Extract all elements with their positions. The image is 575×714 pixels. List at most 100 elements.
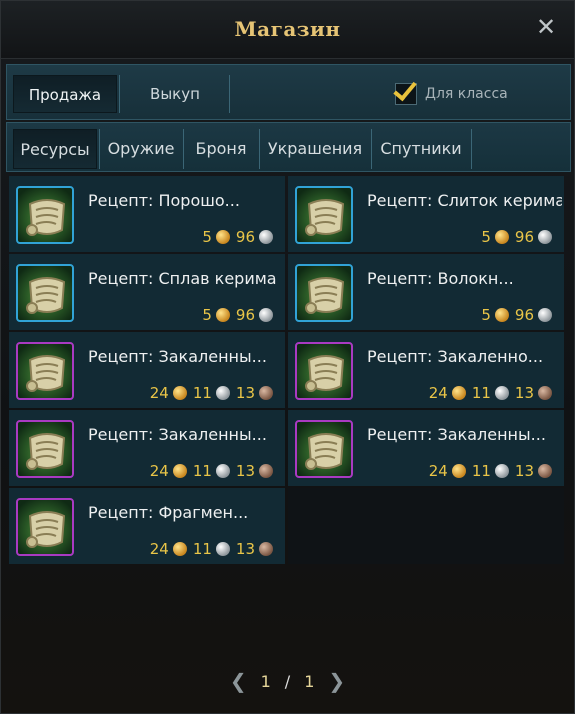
shop-item[interactable]: Рецепт: Волокн... 5 96 <box>288 254 564 330</box>
price-gold: 24 <box>149 540 169 558</box>
item-price: 24 11 13 <box>150 462 277 480</box>
tab-jewelry[interactable]: Украшения <box>261 129 369 169</box>
class-filter-checkbox[interactable] <box>393 76 417 105</box>
tab-divider <box>471 129 472 169</box>
empty-slot <box>288 488 564 564</box>
gold-coin-icon <box>451 464 466 478</box>
shop-item[interactable]: Рецепт: Закаленны... 24 11 13 <box>9 410 285 486</box>
window-title: Магазин <box>234 17 341 41</box>
recipe-scroll-icon <box>16 264 74 322</box>
item-name: Рецепт: Фрагмен... <box>88 503 249 522</box>
silver-coin-icon <box>538 308 552 322</box>
tab-divider <box>371 129 372 169</box>
tab-divider <box>99 129 100 169</box>
shop-item[interactable]: Рецепт: Закаленны... 24 11 13 <box>288 410 564 486</box>
price-gold: 5 <box>481 306 491 324</box>
tab-weapons[interactable]: Оружие <box>101 129 181 169</box>
price-gold: 24 <box>428 384 448 402</box>
shop-item[interactable]: Рецепт: Сплав керима 5 96 <box>9 254 285 330</box>
chevron-left-icon[interactable]: ❮ <box>230 669 247 693</box>
gold-coin-icon <box>172 464 187 478</box>
silver-coin-icon <box>494 386 509 400</box>
silver-coin-icon <box>215 542 230 556</box>
recipe-scroll-icon <box>16 342 74 400</box>
price-silver: 11 <box>471 384 491 402</box>
tab-resources[interactable]: Ресурсы <box>13 129 97 169</box>
recipe-scroll-icon <box>295 342 353 400</box>
price-silver: 96 <box>514 228 534 246</box>
item-price: 5 96 <box>481 306 556 324</box>
tab-armor[interactable]: Броня <box>185 129 257 169</box>
price-bronze: 13 <box>514 384 534 402</box>
checkmark-icon <box>393 76 417 102</box>
silver-coin-icon <box>538 230 552 244</box>
bronze-coin-icon <box>259 542 273 556</box>
gold-coin-icon <box>215 308 230 322</box>
price-silver: 11 <box>192 462 212 480</box>
pagination: ❮ 1 / 1 ❯ <box>1 667 574 695</box>
price-gold: 24 <box>149 384 169 402</box>
price-silver: 11 <box>471 462 491 480</box>
item-name: Рецепт: Закаленны... <box>367 425 546 444</box>
price-gold: 5 <box>202 306 212 324</box>
price-silver: 11 <box>192 540 212 558</box>
category-tab-bar: Ресурсы Оружие Броня Украшения Спутники <box>6 122 571 172</box>
item-name: Рецепт: Закаленно... <box>367 347 544 366</box>
class-filter-label: Для класса <box>425 86 508 102</box>
recipe-scroll-icon <box>16 420 74 478</box>
tab-divider <box>183 129 184 169</box>
silver-coin-icon <box>259 230 273 244</box>
item-price: 24 11 13 <box>150 540 277 558</box>
price-bronze: 13 <box>235 462 255 480</box>
item-price: 24 11 13 <box>429 384 556 402</box>
recipe-scroll-icon <box>16 186 74 244</box>
shop-item[interactable]: Рецепт: Слиток керима 5 96 <box>288 176 564 252</box>
silver-coin-icon <box>259 308 273 322</box>
tab-companions[interactable]: Спутники <box>373 129 469 169</box>
close-icon[interactable]: ✕ <box>534 15 558 39</box>
tab-buyback[interactable]: Выкуп <box>121 75 229 113</box>
price-silver: 96 <box>514 306 534 324</box>
item-price: 24 11 13 <box>429 462 556 480</box>
tab-divider <box>259 129 260 169</box>
chevron-right-icon[interactable]: ❯ <box>328 669 345 693</box>
shop-item[interactable]: Рецепт: Закаленны... 24 11 13 <box>9 332 285 408</box>
price-silver: 11 <box>192 384 212 402</box>
price-bronze: 13 <box>235 540 255 558</box>
shop-item[interactable]: Рецепт: Порошо... 5 96 <box>9 176 285 252</box>
bronze-coin-icon <box>538 386 552 400</box>
bronze-coin-icon <box>259 464 273 478</box>
item-price: 5 96 <box>202 306 277 324</box>
item-name: Рецепт: Сплав керима <box>88 269 277 288</box>
item-name: Рецепт: Волокн... <box>367 269 514 288</box>
price-gold: 5 <box>481 228 491 246</box>
gold-coin-icon <box>494 230 509 244</box>
recipe-scroll-icon <box>295 186 353 244</box>
title-bar: Магазин ✕ <box>1 1 574 59</box>
item-grid: Рецепт: Порошо... 5 96 Рецепт: Слиток ке… <box>9 176 564 564</box>
silver-coin-icon <box>215 464 230 478</box>
bronze-coin-icon <box>538 464 552 478</box>
tab-sell[interactable]: Продажа <box>13 75 117 113</box>
recipe-scroll-icon <box>295 264 353 322</box>
top-tab-bar: Продажа Выкуп Для класса <box>6 64 571 120</box>
item-name: Рецепт: Закаленны... <box>88 425 267 444</box>
shop-item[interactable]: Рецепт: Фрагмен... 24 11 13 <box>9 488 285 564</box>
gold-coin-icon <box>172 542 187 556</box>
gold-coin-icon <box>451 386 466 400</box>
tab-divider <box>229 75 230 113</box>
recipe-scroll-icon <box>295 420 353 478</box>
price-bronze: 13 <box>235 384 255 402</box>
silver-coin-icon <box>215 386 230 400</box>
price-gold: 24 <box>428 462 448 480</box>
total-pages: 1 <box>304 671 315 691</box>
silver-coin-icon <box>494 464 509 478</box>
item-price: 5 96 <box>202 228 277 246</box>
class-filter-toggle[interactable]: Для класса <box>393 76 508 107</box>
item-name: Рецепт: Порошо... <box>88 191 240 210</box>
item-price: 24 11 13 <box>150 384 277 402</box>
item-name: Рецепт: Слиток керима <box>367 191 562 210</box>
item-name: Рецепт: Закаленны... <box>88 347 267 366</box>
shop-item[interactable]: Рецепт: Закаленно... 24 11 13 <box>288 332 564 408</box>
bronze-coin-icon <box>259 386 273 400</box>
